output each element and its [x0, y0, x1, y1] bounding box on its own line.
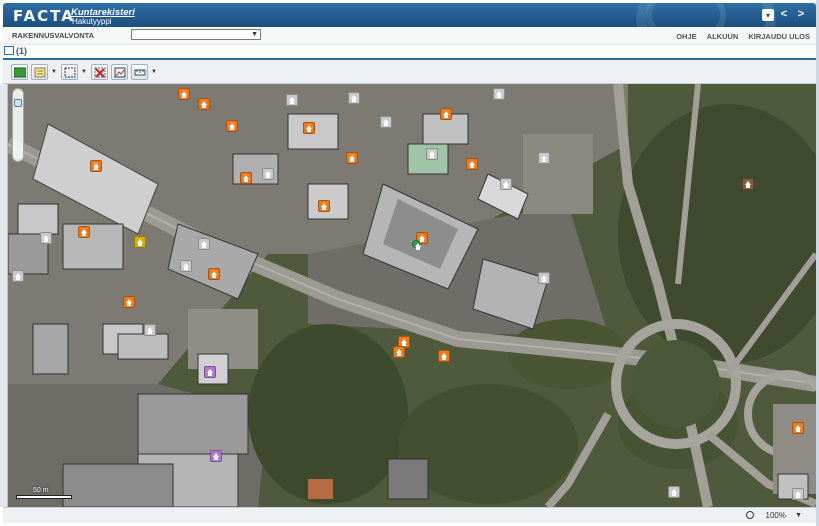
building-marker[interactable] — [198, 98, 210, 110]
magnifier-icon — [746, 511, 754, 519]
zoom-slider-handle[interactable] — [14, 99, 22, 107]
building-marker[interactable] — [668, 486, 680, 498]
building-marker[interactable] — [262, 168, 274, 180]
building-marker[interactable] — [123, 296, 135, 308]
facta-logo: FACTA — [13, 7, 75, 25]
building-marker[interactable] — [204, 366, 216, 378]
building-marker[interactable] — [303, 122, 315, 134]
building-marker[interactable] — [208, 268, 220, 280]
left-panel-strip[interactable] — [0, 84, 8, 507]
scale-bar-line — [16, 495, 72, 499]
window-tab-icon[interactable] — [4, 46, 14, 55]
legend-dropdown-icon[interactable]: ▼ — [51, 69, 57, 75]
building-marker[interactable] — [78, 226, 90, 238]
app-header: FACTA Kuntarekisteri Hakutyyppi ▾ < > — [3, 3, 816, 27]
building-marker[interactable] — [380, 116, 392, 128]
chevron-down-icon: ▼ — [251, 31, 258, 38]
zoom-dropdown-icon[interactable]: ▼ — [795, 512, 802, 519]
header-decoration-inner — [646, 3, 726, 27]
module-label: RAKENNUSVALVONTA — [12, 31, 95, 40]
zoom-slider[interactable] — [12, 88, 24, 162]
building-marker[interactable] — [226, 120, 238, 132]
building-marker[interactable] — [538, 152, 550, 164]
module-select[interactable]: ▼ — [131, 29, 261, 40]
print-map-icon[interactable] — [111, 64, 128, 80]
building-marker[interactable] — [198, 238, 210, 250]
logout-link[interactable]: KIRJAUDU ULOS — [748, 32, 810, 41]
building-marker[interactable] — [426, 148, 438, 160]
map-view[interactable]: 50 m — [8, 84, 816, 507]
status-bar: 100% ▼ — [3, 507, 816, 523]
building-marker[interactable] — [440, 108, 452, 120]
legend-icon[interactable] — [31, 64, 48, 80]
building-marker[interactable] — [500, 178, 512, 190]
measure-dropdown-icon[interactable]: ▼ — [151, 69, 157, 75]
map-layers-icon[interactable] — [11, 64, 28, 80]
select-area-icon[interactable] — [61, 64, 78, 80]
search-type-link[interactable]: Hakutyyppi — [72, 17, 112, 26]
building-marker[interactable] — [742, 178, 754, 190]
building-marker[interactable] — [792, 422, 804, 434]
clear-selection-icon[interactable] — [91, 64, 108, 80]
forward-arrow-icon[interactable]: > — [794, 7, 808, 21]
building-marker[interactable] — [438, 350, 450, 362]
building-marker[interactable] — [493, 88, 505, 100]
building-marker[interactable] — [144, 324, 156, 336]
zoom-level[interactable]: 100% — [766, 511, 786, 520]
scale-label: 50 m — [33, 487, 49, 494]
building-marker[interactable] — [210, 450, 222, 462]
building-marker[interactable] — [318, 200, 330, 212]
location-dot[interactable] — [412, 240, 421, 250]
building-marker[interactable] — [180, 260, 192, 272]
building-marker[interactable] — [348, 92, 360, 104]
top-links: OHJE ALKUUN KIRJAUDU ULOS — [676, 32, 810, 41]
building-marker[interactable] — [134, 236, 146, 248]
header-controls: ▾ < > — [762, 7, 808, 21]
tab-row: (1) — [3, 45, 816, 58]
building-marker[interactable] — [178, 88, 190, 100]
menu-dropdown-icon[interactable]: ▾ — [762, 9, 774, 21]
select-dropdown-icon[interactable]: ▼ — [81, 69, 87, 75]
scale-bar: 50 m — [16, 487, 76, 499]
home-link[interactable]: ALKUUN — [707, 32, 739, 41]
help-link[interactable]: OHJE — [676, 32, 696, 41]
building-marker[interactable] — [346, 152, 358, 164]
tab-result-count[interactable]: (1) — [16, 46, 27, 56]
building-marker[interactable] — [12, 270, 24, 282]
building-marker[interactable] — [538, 272, 550, 284]
app-window: FACTA Kuntarekisteri Hakutyyppi ▾ < > RA… — [0, 0, 819, 526]
measure-icon[interactable] — [131, 64, 148, 80]
building-marker[interactable] — [286, 94, 298, 106]
map-toolbar: ▼ ▼ ▼ — [3, 58, 816, 84]
building-marker[interactable] — [90, 160, 102, 172]
building-marker[interactable] — [240, 172, 252, 184]
back-arrow-icon[interactable]: < — [777, 7, 791, 21]
module-bar: RAKENNUSVALVONTA ▼ OHJE ALKUUN KIRJAUDU … — [3, 27, 816, 45]
building-marker[interactable] — [40, 232, 52, 244]
building-marker[interactable] — [466, 158, 478, 170]
building-marker[interactable] — [792, 488, 804, 500]
building-marker[interactable] — [393, 346, 405, 358]
